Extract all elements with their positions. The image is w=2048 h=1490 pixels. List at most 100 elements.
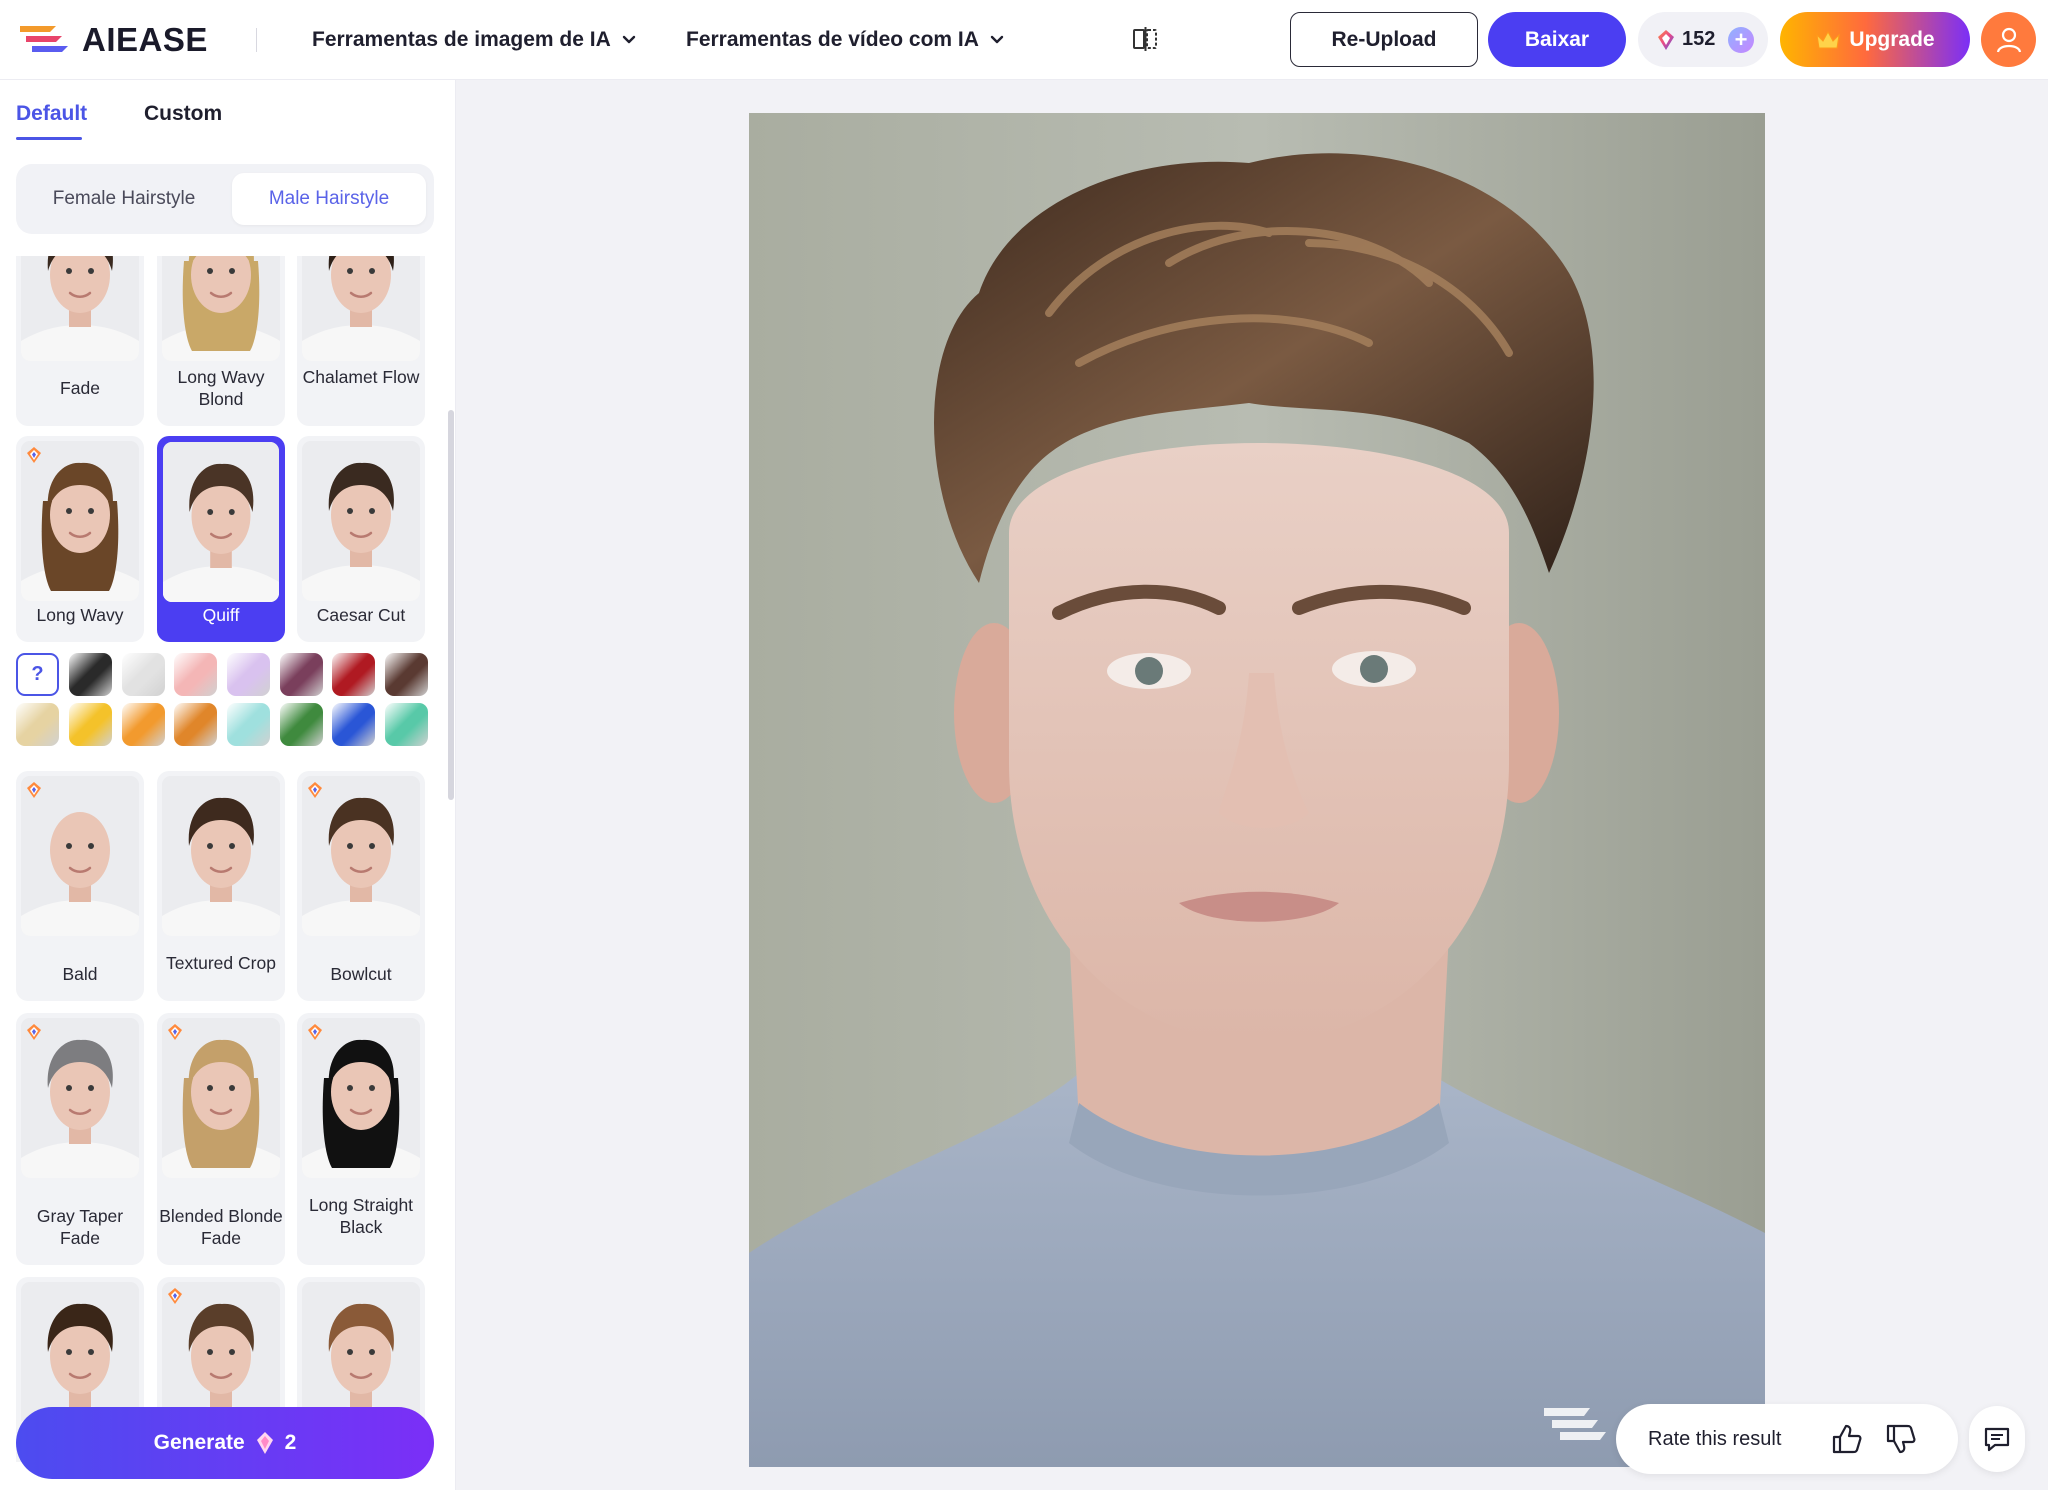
upgrade-button[interactable]: Upgrade <box>1780 12 1970 67</box>
hairstyle-label: Long Wavy <box>36 605 124 625</box>
premium-gem-icon <box>308 1024 322 1040</box>
tab-default[interactable]: Default <box>16 102 87 126</box>
hairstyle-label: Long Wavy Blond <box>177 367 265 409</box>
hairstyle-card[interactable]: Quiff <box>157 436 285 642</box>
hairstyle-card[interactable]: Bowlcut <box>297 771 425 1001</box>
nav-video-tools[interactable]: Ferramentas de vídeo com IA <box>686 22 1005 58</box>
hairstyle-thumbnail <box>162 776 280 936</box>
hairstyle-thumbnail <box>302 256 420 361</box>
hair-color-swatch[interactable] <box>69 653 112 696</box>
male-hairstyle-tab[interactable]: Male Hairstyle <box>232 173 426 225</box>
hairstyle-thumbnail <box>21 256 139 361</box>
hairstyle-card[interactable]: Fade <box>16 256 144 426</box>
aiease-logo-icon <box>20 26 68 52</box>
thumbs-down-icon[interactable] <box>1884 1422 1918 1456</box>
compare-icon[interactable] <box>1130 24 1160 54</box>
hairstyle-thumbnail <box>21 441 139 601</box>
chevron-down-icon <box>990 35 1004 44</box>
hairstyle-thumbnail-frame <box>302 256 420 361</box>
hairstyle-label: Chalamet Flow <box>302 367 420 387</box>
hairstyle-card[interactable]: Caesar Cut <box>297 436 425 642</box>
hairstyle-thumbnail <box>21 776 139 936</box>
premium-gem-icon <box>168 1024 182 1040</box>
hairstyle-thumbnail <box>302 441 420 601</box>
diamond-credit-icon <box>256 1432 273 1454</box>
logo[interactable]: AIEASE <box>16 18 208 62</box>
credits-count: 152 <box>1682 28 1716 50</box>
diamond-credit-icon <box>1658 29 1674 50</box>
hairstyle-label: Fade <box>60 378 100 398</box>
hair-color-swatch[interactable] <box>385 653 428 696</box>
hairstyle-card[interactable]: Long Straight Black <box>297 1013 425 1265</box>
hairstyle-thumbnail <box>163 442 279 602</box>
hair-color-swatch[interactable] <box>227 653 270 696</box>
female-hairstyle-tab[interactable]: Female Hairstyle <box>24 173 224 225</box>
hair-color-swatch[interactable] <box>332 703 375 746</box>
hairstyle-thumbnail-frame <box>21 256 139 361</box>
hairstyle-thumbnail-frame <box>162 1018 280 1178</box>
hair-color-swatch[interactable] <box>69 703 112 746</box>
hairstyle-card[interactable]: Bald <box>16 771 144 1001</box>
rate-result-bar: Rate this result <box>1616 1404 1958 1474</box>
hairstyle-thumbnail <box>302 1018 420 1178</box>
hair-color-swatch[interactable] <box>332 653 375 696</box>
hairstyle-gender-toggle: Female Hairstyle Male Hairstyle <box>16 164 434 234</box>
hairstyle-thumbnail-frame <box>163 442 279 602</box>
upgrade-label: Upgrade <box>1849 27 1935 51</box>
scrollbar[interactable] <box>448 410 454 800</box>
user-avatar[interactable] <box>1981 12 2036 67</box>
hairstyle-card[interactable]: Gray Taper Fade <box>16 1013 144 1265</box>
hairstyle-thumbnail <box>302 776 420 936</box>
reupload-button[interactable]: Re-Upload <box>1290 12 1478 67</box>
hairstyle-thumbnail <box>21 1018 139 1178</box>
hairstyle-thumbnail-frame <box>302 1018 420 1178</box>
hair-color-swatch[interactable] <box>122 703 165 746</box>
hairstyle-label: Gray Taper Fade <box>36 1206 124 1248</box>
premium-gem-icon <box>308 782 322 798</box>
hairstyle-card[interactable]: Long Wavy Blond <box>157 256 285 426</box>
nav-video-tools-label: Ferramentas de vídeo com IA <box>686 28 979 51</box>
hair-color-swatch[interactable] <box>174 703 217 746</box>
active-tab-indicator <box>16 137 82 140</box>
add-credits-icon[interactable]: + <box>1728 27 1754 53</box>
hairstyle-card[interactable]: Textured Crop <box>157 771 285 1001</box>
header-divider <box>256 28 257 52</box>
premium-gem-icon <box>27 1024 41 1040</box>
hairstyle-label: Long Straight Black <box>308 1195 414 1237</box>
hairstyle-card[interactable]: Blended Blonde Fade <box>157 1013 285 1265</box>
hair-color-swatch[interactable] <box>122 653 165 696</box>
generate-cost: 2 <box>284 1431 297 1454</box>
hairstyle-card[interactable]: Chalamet Flow <box>297 256 425 426</box>
thumbs-up-icon[interactable] <box>1830 1422 1864 1456</box>
hair-color-swatch[interactable] <box>280 653 323 696</box>
hair-color-swatch[interactable] <box>16 703 59 746</box>
hair-color-none-swatch[interactable]: ? <box>16 653 59 696</box>
feedback-chat-button[interactable] <box>1969 1406 2025 1472</box>
hairstyle-label: Quiff <box>202 605 240 625</box>
generate-label: Generate <box>153 1431 245 1454</box>
user-icon <box>1996 27 2021 52</box>
hairstyle-thumbnail-frame <box>302 776 420 936</box>
hairstyle-thumbnail-frame <box>302 441 420 601</box>
hairstyle-label: Textured Crop <box>166 953 276 973</box>
watermark-logo-icon <box>1544 1408 1606 1440</box>
hair-color-swatch[interactable] <box>174 653 217 696</box>
top-header: AIEASE Ferramentas de imagem de IA Ferra… <box>0 0 2048 80</box>
rate-result-label: Rate this result <box>1648 1427 1782 1450</box>
chevron-down-icon <box>622 35 635 44</box>
hair-color-swatch[interactable] <box>385 703 428 746</box>
download-button[interactable]: Baixar <box>1488 12 1626 67</box>
credits-badge[interactable]: 152 + <box>1638 12 1768 67</box>
generate-button[interactable]: Generate 2 <box>16 1407 434 1479</box>
hairstyle-label: Bald <box>62 964 98 984</box>
tab-custom[interactable]: Custom <box>144 102 222 126</box>
hair-color-swatch[interactable] <box>280 703 323 746</box>
hairstyle-card[interactable]: Long Wavy <box>16 436 144 642</box>
hairstyle-thumbnail-frame <box>21 1018 139 1178</box>
nav-image-tools[interactable]: Ferramentas de imagem de IA <box>312 22 637 58</box>
hairstyle-list[interactable]: Fade Long Wavy Blond Chalamet Flow Long Wav… <box>0 256 456 1462</box>
hairstyle-thumbnail <box>162 1018 280 1178</box>
nav-image-tools-label: Ferramentas de imagem de IA <box>312 28 611 51</box>
crown-icon <box>1816 30 1841 48</box>
hair-color-swatch[interactable] <box>227 703 270 746</box>
